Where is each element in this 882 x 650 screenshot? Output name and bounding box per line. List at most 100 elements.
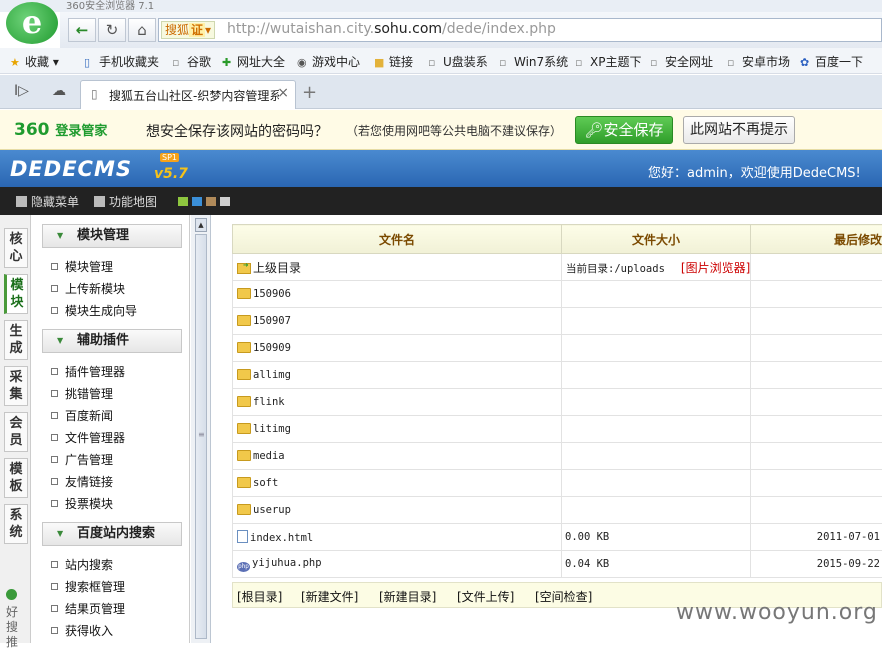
column-header-size[interactable]: 文件大小 [562,225,751,254]
sidebar-toggle-icon[interactable]: I▷ [14,83,29,99]
menu-item[interactable]: 获得收入 [51,622,113,639]
bookmark-item[interactable]: ▫XP主题下 [575,53,641,70]
bookmark-item[interactable]: ▫Win7系统 [499,53,568,70]
menu-section-plugins[interactable]: 辅助插件 [42,329,182,353]
search-engine-selector[interactable]: 搜狐证▾ [161,21,215,39]
parent-dir-link[interactable]: 上级目录 [233,254,562,281]
gamepad-icon: ◉ [297,56,309,69]
scroll-up-icon[interactable]: ▲ [195,218,207,232]
root-dir-link[interactable]: [根目录] [237,588,282,605]
menu-item[interactable]: 友情链接 [51,473,113,490]
url-text[interactable]: http://wutaishan.city.sohu.com/dede/inde… [227,21,556,37]
brand-number: 360 [14,120,50,140]
vtab-core[interactable]: 核心 [4,228,28,268]
menu-item[interactable]: 结果页管理 [51,600,125,617]
file-date: 2011-07-01 [751,524,882,551]
folder-link[interactable]: 150907 [233,308,562,335]
haosou-plugin[interactable]: 好搜推 [6,589,18,650]
folder-link[interactable]: 150909 [233,335,562,362]
file-name: yijuhua.php [252,557,322,569]
folder-link[interactable]: userup [233,497,562,524]
back-arrow-icon[interactable]: ← [68,18,96,42]
vtab-collect[interactable]: 采集 [4,366,28,406]
grip-icon: ≡ [198,430,205,439]
folder-icon [237,423,251,434]
column-header-modified[interactable]: 最后修改 [751,225,882,254]
bookmarks-bar: ★收藏 ▾ ▯手机收藏夹 ▫谷歌 ✚网址大全 ◉游戏中心 ■链接 ▫U盘装系 ▫… [0,48,882,74]
bookmark-item[interactable]: ✿百度一下 [800,53,863,70]
folder-icon [237,504,251,515]
bookmark-favorites[interactable]: ★收藏 ▾ [10,53,59,70]
browser-logo-icon[interactable]: e [6,2,58,44]
image-browser-link[interactable]: [图片浏览器] [681,261,750,275]
menu-section-modules[interactable]: 模块管理 [42,224,182,248]
home-icon[interactable]: ⌂ [128,18,156,42]
hide-menu-button[interactable]: 隐藏菜单 [16,193,79,210]
save-password-button[interactable]: 🔑︎安全保存 [575,116,673,144]
table-row: userup [233,497,882,524]
bookmark-item[interactable]: ■链接 [374,53,413,70]
never-prompt-button[interactable]: 此网站不再提示 [683,116,795,144]
side-menu: 模块管理 模块管理 上传新模块 模块生成向导 辅助插件 插件管理器 挑错管理 百… [31,215,190,643]
vtab-members[interactable]: 会员 [4,412,28,452]
table-row: soft [233,470,882,497]
vtab-generate[interactable]: 生成 [4,320,28,360]
folder-link[interactable]: allimg [233,362,562,389]
vtab-templates[interactable]: 模板 [4,458,28,498]
folder-link[interactable]: litimg [233,416,562,443]
bookmark-item[interactable]: ▫谷歌 [172,53,211,70]
folder-link[interactable]: flink [233,389,562,416]
file-link[interactable]: index.html [233,524,562,551]
menu-scrollbar[interactable]: ▲ ≡ [191,215,211,643]
function-map-button[interactable]: 功能地图 [94,193,157,210]
folder-link[interactable]: soft [233,470,562,497]
folder-icon [237,288,251,299]
bookmark-item[interactable]: ◉游戏中心 [297,53,360,70]
menu-item[interactable]: 百度新闻 [51,407,113,424]
file-link[interactable]: phpyijuhua.php [233,551,562,578]
menu-item[interactable]: 插件管理器 [51,363,125,380]
360-brand: 360 登录管家 [14,120,107,140]
new-tab-icon[interactable]: + [302,82,317,103]
menu-section-baidu-search[interactable]: 百度站内搜索 [42,522,182,546]
vtab-modules[interactable]: 模块 [4,274,28,314]
theme-swatch-blue[interactable] [192,197,202,206]
refresh-icon[interactable]: ↻ [98,18,126,42]
engine-label: 搜狐 [165,23,189,37]
theme-swatch-green[interactable] [178,197,188,206]
navigation-bar: ← ↻ ⌂ 搜狐证▾ http://wutaishan.city.sohu.co… [60,12,882,48]
folder-link[interactable]: 150906 [233,281,562,308]
menu-item-file-manager[interactable]: 文件管理器 [51,429,125,446]
star-icon: ★ [10,56,22,69]
close-tab-icon[interactable]: × [277,85,289,101]
space-check-link[interactable]: [空间检查] [535,588,592,605]
theme-swatch-gray[interactable] [220,197,230,206]
table-header-row: 文件名 文件大小 最后修改 [233,225,882,254]
vtab-system[interactable]: 系统 [4,504,28,544]
menu-item[interactable]: 模块生成向导 [51,302,137,319]
browser-tab[interactable]: ▯ 搜狐五台山社区-织梦内容管理系统 × [80,80,296,109]
menu-item[interactable]: 上传新模块 [51,280,125,297]
folder-link[interactable]: media [233,443,562,470]
column-header-name[interactable]: 文件名 [233,225,562,254]
upload-file-link[interactable]: [文件上传] [457,588,514,605]
dedecms-logo: DEDECMS [10,157,132,181]
new-dir-link[interactable]: [新建目录] [379,588,436,605]
theme-swatch-brown[interactable] [206,197,216,206]
cloud-icon[interactable]: ☁ [52,83,66,99]
bookmark-item[interactable]: ▫U盘装系 [428,53,488,70]
menu-item[interactable]: 广告管理 [51,451,113,468]
menu-item[interactable]: 搜索框管理 [51,578,125,595]
bookmark-item[interactable]: ✚网址大全 [222,53,285,70]
bookmark-label: 收藏 [25,55,49,69]
key-icon: 🔑︎ [584,121,603,139]
menu-item[interactable]: 模块管理 [51,258,113,275]
new-file-link[interactable]: [新建文件] [301,588,358,605]
menu-item[interactable]: 站内搜索 [51,556,113,573]
menu-item[interactable]: 挑错管理 [51,385,113,402]
bookmark-item[interactable]: ▯手机收藏夹 [84,53,159,70]
menu-item[interactable]: 投票模块 [51,495,113,512]
bookmark-item[interactable]: ▫安卓市场 [727,53,790,70]
bookmark-item[interactable]: ▫安全网址 [650,53,713,70]
address-bar[interactable]: 搜狐证▾ http://wutaishan.city.sohu.com/dede… [158,18,882,42]
